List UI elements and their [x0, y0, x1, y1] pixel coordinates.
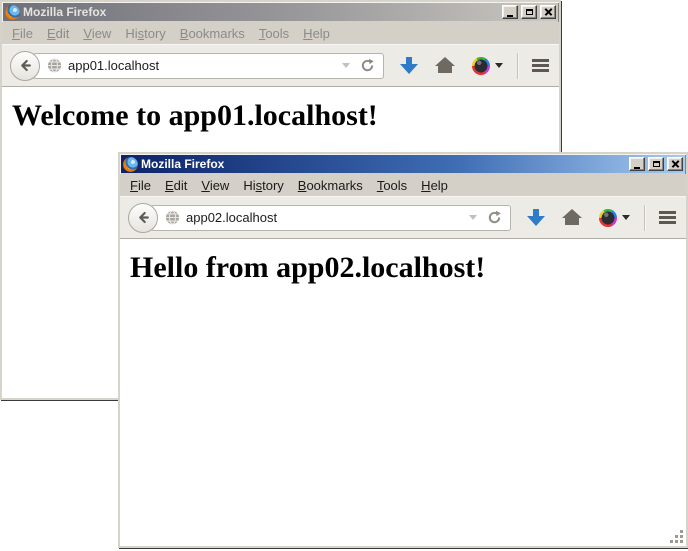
menu-tools[interactable]: Tools — [252, 24, 296, 43]
menu-caret-icon — [622, 215, 630, 220]
menu-bookmarks[interactable]: Bookmarks — [291, 176, 370, 195]
urlbar-dropdown-icon[interactable] — [469, 215, 477, 220]
app-menu-icon — [472, 57, 490, 75]
app-menu-button[interactable] — [472, 57, 503, 75]
close-button[interactable] — [540, 5, 556, 19]
firefox-logo-icon — [5, 5, 20, 20]
menu-tools[interactable]: Tools — [370, 176, 414, 195]
menu-file[interactable]: File — [5, 24, 40, 43]
navigation-toolbar: app02.localhost — [120, 196, 686, 239]
minimize-icon — [634, 167, 640, 169]
menu-history[interactable]: History — [236, 176, 290, 195]
hamburger-icon — [532, 59, 549, 72]
home-button[interactable] — [435, 57, 455, 74]
download-icon — [400, 57, 418, 74]
minimize-icon — [507, 15, 513, 17]
hamburger-menu-button[interactable] — [532, 59, 549, 72]
toolbar-buttons — [400, 53, 549, 79]
back-button[interactable] — [128, 203, 158, 233]
menu-file[interactable]: File — [123, 176, 158, 195]
page-heading: Welcome to app01.localhost! — [12, 99, 559, 133]
close-button[interactable] — [667, 157, 683, 171]
resize-grip[interactable] — [680, 540, 683, 543]
back-button[interactable] — [10, 51, 40, 81]
home-icon — [435, 57, 455, 74]
close-icon — [671, 160, 680, 169]
reload-icon — [487, 210, 502, 225]
page-heading: Hello from app02.localhost! — [130, 251, 686, 285]
urlbar-dropdown-icon[interactable] — [342, 63, 350, 68]
globe-icon — [47, 58, 62, 73]
app-menu-icon — [599, 209, 617, 227]
hamburger-icon — [659, 211, 676, 224]
toolbar-separator — [644, 205, 645, 231]
maximize-button[interactable] — [648, 157, 664, 171]
home-button[interactable] — [562, 209, 582, 226]
download-button[interactable] — [400, 57, 418, 74]
menu-view[interactable]: View — [194, 176, 236, 195]
menu-help[interactable]: Help — [296, 24, 337, 43]
download-icon — [527, 209, 545, 226]
menu-view[interactable]: View — [76, 24, 118, 43]
url-value[interactable]: app02.localhost — [186, 210, 463, 225]
toolbar-separator — [517, 53, 518, 79]
menu-bar: File Edit View History Bookmarks Tools H… — [120, 174, 686, 196]
browser-window-app02[interactable]: Mozilla Firefox File Edit View History B… — [118, 152, 688, 548]
firefox-logo-icon — [123, 157, 138, 172]
reload-icon — [360, 58, 375, 73]
globe-icon — [165, 210, 180, 225]
window-title: Mozilla Firefox — [141, 157, 626, 171]
home-icon — [562, 209, 582, 226]
titlebar[interactable]: Mozilla Firefox — [3, 3, 558, 21]
back-icon — [18, 58, 33, 73]
minimize-button[interactable] — [629, 157, 645, 171]
maximize-icon — [526, 9, 533, 15]
toolbar-buttons — [527, 205, 676, 231]
menu-caret-icon — [495, 63, 503, 68]
menu-bookmarks[interactable]: Bookmarks — [173, 24, 252, 43]
maximize-icon — [653, 161, 660, 167]
menu-edit[interactable]: Edit — [158, 176, 194, 195]
titlebar[interactable]: Mozilla Firefox — [121, 155, 685, 173]
reload-button[interactable] — [360, 58, 375, 73]
menu-history[interactable]: History — [118, 24, 172, 43]
navigation-toolbar: app01.localhost — [2, 44, 559, 87]
page-content: Hello from app02.localhost! — [120, 239, 686, 546]
url-bar[interactable]: app02.localhost — [142, 205, 511, 231]
download-button[interactable] — [527, 209, 545, 226]
reload-button[interactable] — [487, 210, 502, 225]
url-bar[interactable]: app01.localhost — [24, 53, 384, 79]
menu-bar: File Edit View History Bookmarks Tools H… — [2, 22, 559, 44]
minimize-button[interactable] — [502, 5, 518, 19]
window-title: Mozilla Firefox — [23, 5, 499, 19]
menu-edit[interactable]: Edit — [40, 24, 76, 43]
back-icon — [136, 210, 151, 225]
close-icon — [544, 8, 553, 17]
url-value[interactable]: app01.localhost — [68, 58, 336, 73]
maximize-button[interactable] — [521, 5, 537, 19]
app-menu-button[interactable] — [599, 209, 630, 227]
menu-help[interactable]: Help — [414, 176, 455, 195]
hamburger-menu-button[interactable] — [659, 211, 676, 224]
